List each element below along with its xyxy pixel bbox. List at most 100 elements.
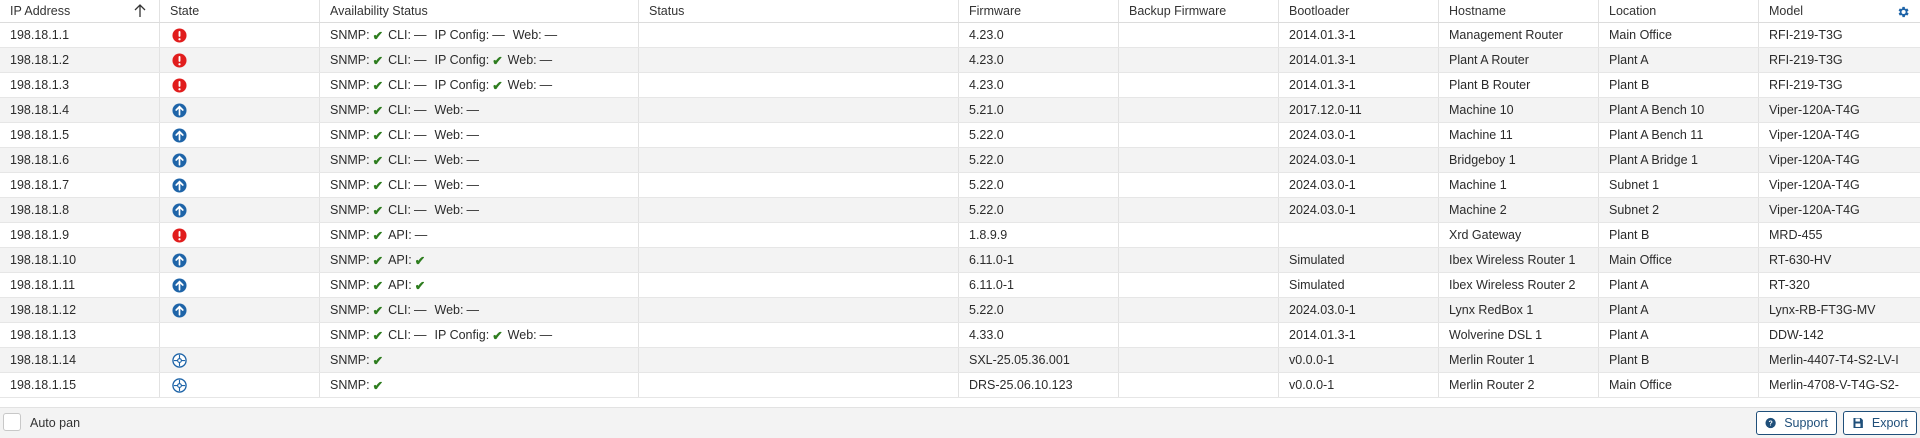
column-header-label: Hostname [1449,4,1506,18]
hostname-cell: Plant B Router [1439,73,1599,97]
firmware-cell: 5.22.0 [959,123,1119,147]
availability-status-cell: SNMP: ✔ API: — [320,223,639,247]
availability-protocol-label: SNMP: [330,353,370,367]
firmware-cell: 4.23.0 [959,73,1119,97]
model-value: DDW-142 [1769,328,1824,342]
column-header-state[interactable]: State [160,0,320,22]
bootloader-cell: 2024.03.0-1 [1279,173,1439,197]
availability-protocol-label: CLI: [388,53,412,67]
firmware-cell: 4.23.0 [959,23,1119,47]
status-cell [639,248,959,272]
check-icon: ✔ [492,53,503,68]
availability-protocol-label: Web: [434,203,464,217]
network-node-icon [172,352,187,368]
status-cell [639,373,959,397]
backup-firmware-cell [1119,373,1279,397]
column-header-backup-firmware[interactable]: Backup Firmware [1119,0,1279,22]
availability-protocol-label: Web: [434,303,464,317]
table-row[interactable]: 198.18.1.3 SNMP: ✔ CLI: — IP Config: ✔ Web: —4.2… [0,73,1920,98]
availability-protocol-label: API: [388,228,412,242]
column-header-status[interactable]: Status [639,0,959,22]
state-cell [160,273,320,297]
table-row[interactable]: 198.18.1.8 SNMP: ✔ CLI: — Web: —5.22.0 2024.03.… [0,198,1920,223]
hostname-value: Plant A Router [1449,53,1529,67]
check-icon: ✔ [372,128,384,143]
location-value: Plant A Bridge 1 [1609,153,1698,167]
table-body: 198.18.1.1 SNMP: ✔ CLI: — IP Config: — Web: —4.2… [0,23,1920,398]
availability-protocol-label: CLI: [388,128,412,142]
table-row[interactable]: 198.18.1.2 SNMP: ✔ CLI: — IP Config: ✔ Web: —4.2… [0,48,1920,73]
table-row[interactable]: 198.18.1.6 SNMP: ✔ CLI: — Web: —5.22.0 2024.03.… [0,148,1920,173]
model-value: Viper-120A-T4G [1769,103,1860,117]
column-header-label: Bootloader [1289,4,1350,18]
ip-address-cell: 198.18.1.9 [0,223,160,247]
column-header-hostname[interactable]: Hostname [1439,0,1599,22]
table-row[interactable]: 198.18.1.9 SNMP: ✔ API: — 1.8.9.9 Xrd Gateway P… [0,223,1920,248]
ip-address-value: 198.18.1.2 [10,53,70,67]
model-cell: Viper-120A-T4G [1759,173,1920,197]
model-value: RT-630-HV [1769,253,1832,267]
model-cell: MRD-455 [1759,223,1920,247]
unavailable-dash-icon: — [414,303,427,317]
firmware-value: 5.22.0 [969,303,1004,317]
sort-ascending-icon[interactable] [134,4,146,18]
hostname-cell: Xrd Gateway [1439,223,1599,247]
availability-status-cell: SNMP: ✔ CLI: — Web: — [320,123,639,147]
firmware-cell: 5.22.0 [959,148,1119,172]
firmware-cell: 6.11.0-1 [959,248,1119,272]
column-header-firmware[interactable]: Firmware [959,0,1119,22]
column-settings-gear-icon[interactable] [1896,5,1910,19]
state-cell [160,73,320,97]
column-header-bootloader[interactable]: Bootloader [1279,0,1439,22]
availability-status-cell: SNMP: ✔ CLI: — Web: — [320,198,639,222]
ip-address-value: 198.18.1.10 [10,253,77,267]
column-header-ip-address[interactable]: IP Address [0,0,160,22]
table-row[interactable]: 198.18.1.15 SNMP: ✔ DRS-25.06.10.123 v0.0.0-… [0,373,1920,398]
location-cell: Plant B [1599,73,1759,97]
table-row[interactable]: 198.18.1.11 SNMP: ✔ API: ✔ 6.11.0-1 Simulated I… [0,273,1920,298]
state-cell [160,198,320,222]
table-row[interactable]: 198.18.1.5 SNMP: ✔ CLI: — Web: —5.22.0 2024.03.… [0,123,1920,148]
table-row[interactable]: 198.18.1.7 SNMP: ✔ CLI: — Web: —5.22.0 2024.03.… [0,173,1920,198]
ip-address-cell: 198.18.1.11 [0,273,160,297]
table-row[interactable]: 198.18.1.4 SNMP: ✔ CLI: — Web: —5.21.0 2017.12.… [0,98,1920,123]
check-icon: ✔ [372,303,384,318]
column-header-label: IP Address [10,4,71,18]
support-button[interactable]: ? Support [1756,411,1837,435]
ip-address-value: 198.18.1.6 [10,153,70,167]
unavailable-dash-icon: — [466,103,479,117]
table-row[interactable]: 198.18.1.13 SNMP: ✔ CLI: — IP Config: ✔ Web: —4.… [0,323,1920,348]
status-cell [639,73,959,97]
availability-status-cell: SNMP: ✔ API: ✔ [320,273,639,297]
ip-address-cell: 198.18.1.14 [0,348,160,372]
hostname-cell: Machine 11 [1439,123,1599,147]
availability-status-cell: SNMP: ✔ CLI: — Web: — [320,298,639,322]
table-row[interactable]: 198.18.1.10 SNMP: ✔ API: ✔ 6.11.0-1 Simulated I… [0,248,1920,273]
availability-protocol-label: Web: [434,178,464,192]
export-button[interactable]: Export [1843,411,1917,435]
auto-pan-checkbox[interactable] [3,413,21,431]
hostname-value: Machine 1 [1449,178,1507,192]
table-row[interactable]: 198.18.1.14 SNMP: ✔ SXL-25.05.36.001 v0.0.0-… [0,348,1920,373]
availability-protocol-label: CLI: [388,203,412,217]
check-icon: ✔ [414,278,426,293]
check-icon: ✔ [372,253,384,268]
firmware-value: 4.33.0 [969,328,1004,342]
backup-firmware-cell [1119,123,1279,147]
column-header-availability-status[interactable]: Availability Status [320,0,639,22]
model-cell: RFI-219-T3G [1759,73,1920,97]
model-cell: Merlin-4708-V-T4G-S2- [1759,373,1920,397]
model-cell: Lynx-RB-FT3G-MV [1759,298,1920,322]
model-cell: RT-630-HV [1759,248,1920,272]
availability-protocol-label: Web: [507,78,537,92]
check-icon: ✔ [414,253,426,268]
check-icon: ✔ [372,153,384,168]
model-value: RFI-219-T3G [1769,28,1843,42]
availability-protocol-label: Web: [434,103,464,117]
table-row[interactable]: 198.18.1.12 SNMP: ✔ CLI: — Web: —5.22.0 2024.03… [0,298,1920,323]
column-header-location[interactable]: Location [1599,0,1759,22]
check-icon: ✔ [372,228,384,243]
firmware-value: 6.11.0-1 [969,278,1014,292]
table-row[interactable]: 198.18.1.1 SNMP: ✔ CLI: — IP Config: — Web: —4.2… [0,23,1920,48]
hostname-value: Wolverine DSL 1 [1449,328,1543,342]
